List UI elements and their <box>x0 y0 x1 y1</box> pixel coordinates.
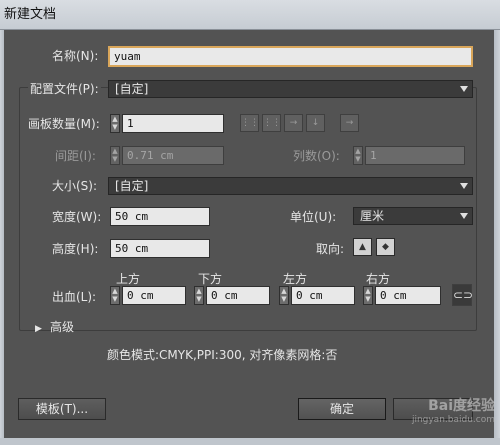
advanced-toggle[interactable]: 高级 <box>50 318 74 336</box>
spacing-input: 0.71 cm <box>122 146 224 165</box>
width-label: 宽度(W): <box>52 210 102 224</box>
bleed-left-input[interactable]: 0 cm <box>291 286 355 305</box>
landscape-icon[interactable]: ◆ <box>376 238 395 256</box>
chevron-down-icon <box>460 86 468 92</box>
height-label: 高度(H): <box>52 242 99 256</box>
window-title: 新建文档 <box>0 0 500 30</box>
height-input[interactable]: 50 cm <box>110 239 210 258</box>
artboard-count-input[interactable]: 1 <box>122 114 224 133</box>
arrange-by-row-icon[interactable]: → <box>284 114 303 132</box>
size-label: 大小(S): <box>52 179 98 193</box>
profile-label: 配置文件(P): <box>28 80 101 98</box>
window-frame-right <box>494 30 500 445</box>
bleed-bottom-stepper[interactable]: ▲ ▼ <box>194 286 204 305</box>
width-input[interactable]: 50 cm <box>110 207 210 226</box>
bleed-bottom-input[interactable]: 0 cm <box>206 286 270 305</box>
columns-label: 列数(O): <box>293 149 340 163</box>
spacing-label: 间距(I): <box>55 149 96 163</box>
bleed-right-stepper[interactable]: ▲ ▼ <box>363 286 373 305</box>
portrait-icon[interactable]: ▲ <box>353 238 372 256</box>
artboard-count-stepper[interactable]: ▲ ▼ <box>110 114 120 133</box>
units-value: 厘米 <box>360 209 385 223</box>
bleed-right-input[interactable]: 0 cm <box>375 286 441 305</box>
document-name-input[interactable]: yuam <box>108 46 473 67</box>
chevron-down-icon <box>460 183 468 189</box>
size-value: [自定] <box>115 179 149 193</box>
orientation-label: 取向: <box>316 242 345 256</box>
artboard-count-label: 画板数量(M): <box>28 117 100 131</box>
ok-button[interactable]: 确定 <box>298 398 386 420</box>
up-arrow-icon[interactable]: ▲ <box>111 115 119 123</box>
disclosure-triangle-icon[interactable]: ▶ <box>35 320 42 338</box>
grid-by-column-icon[interactable]: ⋮⋮ <box>262 114 281 132</box>
units-label: 单位(U): <box>290 210 337 224</box>
templates-button[interactable]: 模板(T)... <box>18 398 106 420</box>
bleed-label: 出血(L): <box>52 290 97 304</box>
spacing-stepper: ▲ ▼ <box>110 146 120 165</box>
right-to-left-icon[interactable]: → <box>340 114 359 132</box>
bleed-top-input[interactable]: 0 cm <box>122 286 186 305</box>
bleed-top-stepper[interactable]: ▲ ▼ <box>110 286 120 305</box>
size-dropdown[interactable]: [自定] <box>108 177 473 195</box>
columns-input: 1 <box>365 146 465 165</box>
columns-stepper: ▲ ▼ <box>353 146 363 165</box>
window-frame-bottom <box>0 438 500 445</box>
name-label: 名称(N): <box>52 49 99 63</box>
baidu-watermark: Bai度经验 jingyan.baidu.com <box>380 395 495 439</box>
down-arrow-icon[interactable]: ▼ <box>111 123 119 131</box>
profile-value: [自定] <box>115 82 149 96</box>
grid-by-row-icon[interactable]: ⋮⋮ <box>240 114 259 132</box>
arrange-by-column-icon[interactable]: ↓ <box>306 114 325 132</box>
watermark-url: jingyan.baidu.com <box>411 415 495 425</box>
chevron-down-icon <box>460 213 468 219</box>
watermark-text: Bai度经验 <box>428 398 495 414</box>
units-dropdown[interactable]: 厘米 <box>353 207 473 225</box>
document-summary: 颜色模式:CMYK,PPI:300, 对齐像素网格:否 <box>107 348 338 362</box>
bleed-left-stepper[interactable]: ▲ ▼ <box>279 286 289 305</box>
profile-dropdown[interactable]: [自定] <box>108 80 473 98</box>
chain-link-icon[interactable]: ⊂⊃ <box>452 284 473 306</box>
